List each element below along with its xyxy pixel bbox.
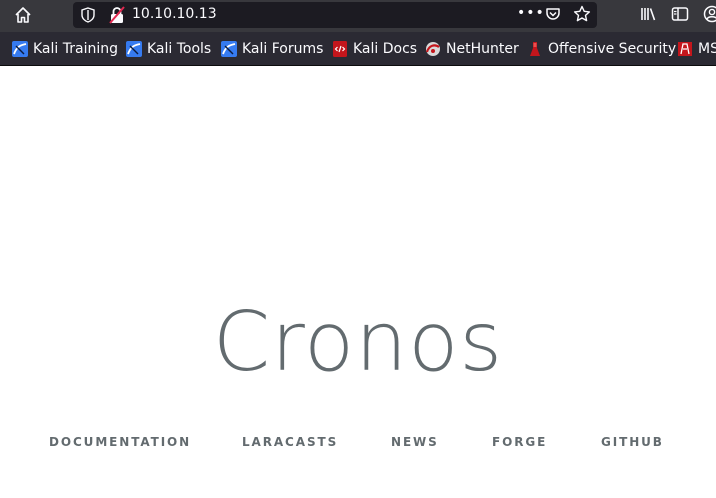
link-forge[interactable]: Forge <box>492 435 547 449</box>
nethunter-icon <box>425 41 441 57</box>
page-content: Cronos Documentation Laracasts News Forg… <box>0 66 716 498</box>
bookmark-label: NetHunter <box>446 40 519 57</box>
pocket-icon[interactable] <box>545 6 561 26</box>
bookmarks-toolbar: Kali Training Kali Tools Kali Forums Kal… <box>0 32 716 66</box>
bookmark-label: Kali Docs <box>353 40 418 57</box>
star-icon[interactable] <box>573 5 591 27</box>
dots-icon[interactable]: ••• <box>517 5 545 21</box>
offsec-icon <box>677 41 693 57</box>
bookmark-kali-docs[interactable]: Kali Docs <box>332 32 417 65</box>
bookmark-label: MS <box>698 40 716 57</box>
page-title: Cronos <box>212 295 504 390</box>
url-bar[interactable]: 10.10.10.13 ••• <box>73 2 597 28</box>
bookmark-label: Kali Training <box>33 40 118 57</box>
kali-icon <box>12 40 28 57</box>
bookmark-label: Offensive Security <box>548 40 677 57</box>
bookmark-label: Kali Forums <box>242 40 324 57</box>
browser-toolbar: 10.10.10.13 ••• <box>0 0 716 32</box>
insecure-lock-icon[interactable] <box>109 6 125 28</box>
kali-icon <box>126 40 142 57</box>
bookmark-label: Kali Tools <box>147 40 212 57</box>
kali-docs-icon <box>332 40 348 57</box>
home-icon[interactable] <box>10 4 36 26</box>
shield-icon[interactable] <box>81 7 95 27</box>
bookmark-ms[interactable]: MS <box>677 32 716 65</box>
library-icon[interactable] <box>640 5 658 27</box>
link-documentation[interactable]: Documentation <box>49 435 191 449</box>
bookmark-offensive-security[interactable]: Offensive Security <box>527 32 676 65</box>
url-text[interactable]: 10.10.10.13 <box>132 6 217 22</box>
sidebar-icon[interactable] <box>671 5 689 27</box>
link-laracasts[interactable]: Laracasts <box>242 435 338 449</box>
link-github[interactable]: GitHub <box>601 435 664 449</box>
kali-icon <box>221 40 237 57</box>
bookmark-nethunter[interactable]: NetHunter <box>425 32 519 65</box>
nav-links: Documentation Laracasts News Forge GitHu… <box>0 435 716 449</box>
bookmark-kali-tools[interactable]: Kali Tools <box>126 32 211 65</box>
bookmark-kali-training[interactable]: Kali Training <box>12 32 118 65</box>
bookmark-kali-forums[interactable]: Kali Forums <box>221 32 323 65</box>
offsec-icon <box>527 41 543 57</box>
account-icon[interactable] <box>703 5 716 27</box>
link-news[interactable]: News <box>391 435 439 449</box>
